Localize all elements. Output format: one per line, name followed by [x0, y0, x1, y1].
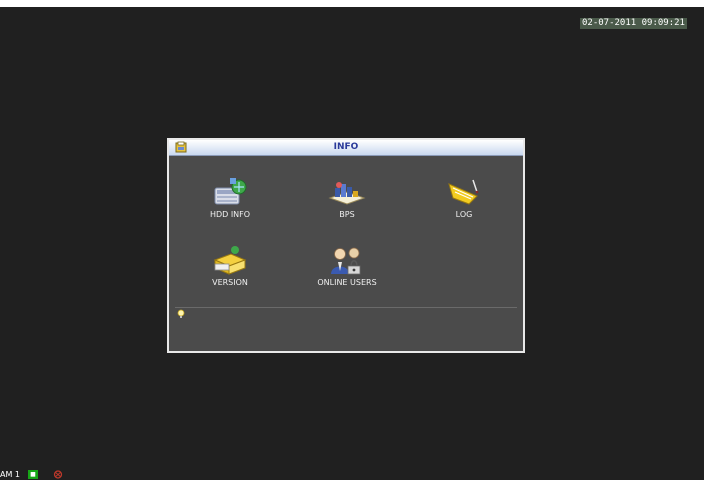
dialog-divider [175, 307, 517, 308]
menu-item-label: VERSION [212, 278, 248, 287]
lightbulb-icon [177, 309, 185, 318]
log-icon [448, 179, 479, 205]
menu-item-version[interactable]: VERSION [175, 244, 285, 296]
menu-item-bps[interactable]: BPS [292, 176, 402, 228]
menu-item-label: ONLINE USERS [317, 278, 377, 287]
channel-status-label: AM 1 [0, 470, 21, 479]
version-icon [213, 246, 247, 275]
datetime-display: 02-07-2011 09:09:21 [580, 18, 687, 29]
info-dialog: INFO HDD INFO BPS LOG VERSION ONLINE USE… [167, 138, 525, 353]
menu-item-online-users[interactable]: ONLINE USERS [292, 244, 402, 296]
dialog-title-bar[interactable]: INFO [169, 140, 523, 156]
menu-item-log[interactable]: LOG [409, 176, 519, 228]
menu-item-label: BPS [339, 210, 355, 219]
menu-item-label: LOG [455, 210, 473, 219]
menu-item-hdd-info[interactable]: HDD INFO [175, 176, 285, 228]
top-border-bar [0, 0, 704, 7]
menu-item-label: HDD INFO [209, 210, 251, 219]
alarm-status-icon [53, 470, 63, 479]
record-status-icon: ■ [28, 470, 38, 479]
online-users-icon [331, 247, 361, 275]
hdd-icon [214, 178, 247, 205]
bps-icon [328, 182, 366, 205]
dialog-title: INFO [333, 142, 359, 152]
